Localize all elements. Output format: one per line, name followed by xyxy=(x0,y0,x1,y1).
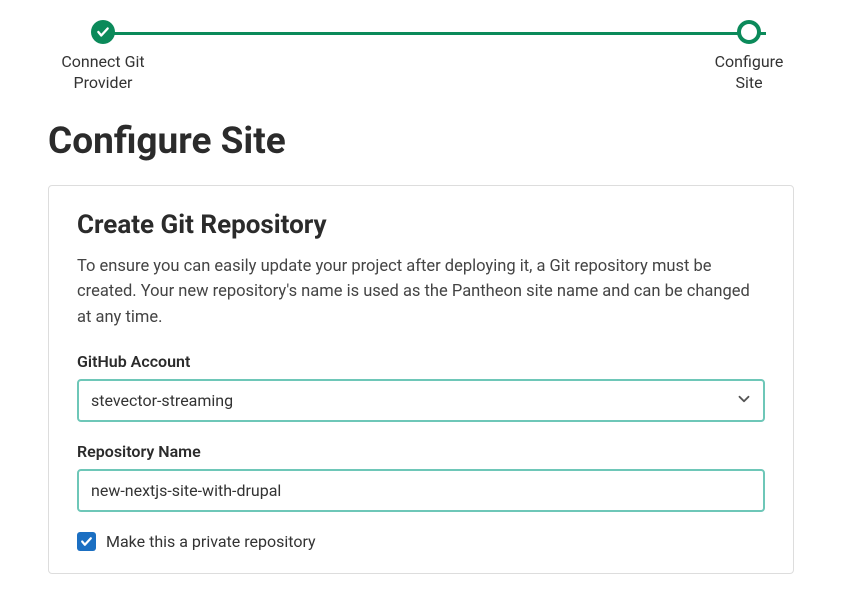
github-account-label: GitHub Account xyxy=(77,352,765,371)
repository-name-input[interactable] xyxy=(77,469,765,512)
progress-stepper: Connect Git Provider Configure Site xyxy=(0,20,842,94)
private-repo-checkbox[interactable] xyxy=(77,532,96,551)
step-configure-site[interactable]: Configure Site xyxy=(704,20,794,94)
step-label: Connect Git Provider xyxy=(48,52,158,94)
repository-name-field-group: Repository Name xyxy=(77,442,765,512)
create-git-repository-card: Create Git Repository To ensure you can … xyxy=(48,185,794,575)
private-repo-label: Make this a private repository xyxy=(106,532,316,551)
repository-name-label: Repository Name xyxy=(77,442,765,461)
step-connect-git-provider[interactable]: Connect Git Provider xyxy=(48,20,158,94)
checkmark-icon xyxy=(91,20,115,44)
github-account-select[interactable]: stevector-streaming xyxy=(77,379,765,422)
card-title: Create Git Repository xyxy=(77,210,765,240)
step-label: Configure Site xyxy=(704,52,794,94)
stepper-connector-line xyxy=(104,32,766,35)
current-step-circle-icon xyxy=(737,20,761,44)
page-title: Configure Site xyxy=(0,120,842,163)
card-description: To ensure you can easily update your pro… xyxy=(77,254,765,331)
github-account-field-group: GitHub Account stevector-streaming xyxy=(77,352,765,422)
private-repo-checkbox-row[interactable]: Make this a private repository xyxy=(77,532,765,551)
